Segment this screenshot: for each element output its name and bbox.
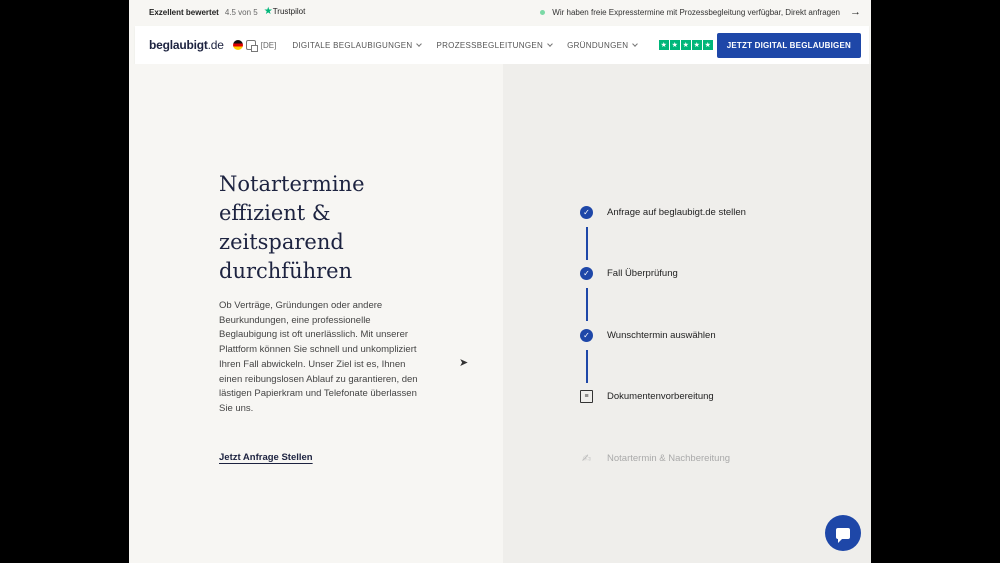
nav-item-prozessbegleitungen[interactable]: PROZESSBEGLEITUNGEN (436, 40, 553, 50)
step-dokumente: ≡ Dokumentenvorbereitung (580, 390, 714, 403)
step-label: Dokumentenvorbereitung (607, 391, 714, 402)
logo-tld: .de (207, 38, 224, 52)
nav-item-label: PROZESSBEGLEITUNGEN (436, 40, 544, 50)
promo-link[interactable]: Wir haben freie Expresstermine mit Proze… (540, 6, 861, 18)
arrow-right-icon: → (850, 6, 861, 18)
check-circle-icon: ✓ (580, 267, 593, 280)
check-circle-icon: ✓ (580, 329, 593, 342)
nav-item-gruendungen[interactable]: GRÜNDUNGEN (567, 40, 639, 50)
step-connector (586, 288, 588, 321)
page: Exzellent bewertet 4.5 von 5 ★Trustpilot… (129, 0, 871, 563)
logo-main: beglaubigt (149, 38, 208, 52)
document-icon: ≡ (580, 390, 593, 403)
star-icon: ★ (669, 40, 680, 50)
chevron-down-icon (547, 41, 553, 47)
step-label: Notartermin & Nachbereitung (607, 453, 731, 464)
step-pruefung: ✓ Fall Überprüfung (580, 267, 678, 280)
trustpilot-star-icon: ★ (263, 6, 273, 17)
signature-icon: ✍ (581, 453, 592, 465)
step-notartermin: ✍ Notartermin & Nachbereitung (580, 452, 730, 465)
german-flag-icon (232, 40, 243, 50)
check-circle-icon: ✓ (580, 206, 593, 219)
chat-button[interactable] (825, 515, 861, 551)
rating-label: Exzellent bewertet (149, 7, 219, 17)
trustpilot-label: Trustpilot (272, 7, 306, 16)
step-wunschtermin: ✓ Wunschtermin auswählen (580, 329, 716, 342)
star-icon: ★ (691, 40, 702, 50)
step-connector (586, 227, 588, 260)
trustpilot-rating[interactable]: Exzellent bewertet 4.5 von 5 ★Trustpilot (149, 7, 305, 17)
hero-left: Notartermine effizient & zeitsparend dur… (129, 64, 503, 563)
nav-item-label: DIGITALE BEGLAUBIGUNGEN (292, 40, 413, 50)
step-connector (586, 350, 588, 383)
step-anfrage: ✓ Anfrage auf beglaubigt.de stellen (580, 206, 746, 219)
main-navigation: beglaubigt.de [DE] DIGITALE BEGLAUBIGUNG… (135, 26, 869, 64)
logo[interactable]: beglaubigt.de (149, 38, 224, 52)
rating-value: 4.5 von 5 (224, 7, 258, 17)
mouse-cursor-icon: ➤ (459, 357, 469, 369)
nav-menu: DIGITALE BEGLAUBIGUNGEN PROZESSBEGLEITUN… (292, 40, 639, 50)
status-dot-icon (540, 9, 546, 15)
request-link[interactable]: Jetzt Anfrage Stellen (219, 452, 313, 463)
chat-bubble-icon (836, 527, 850, 543)
step-label: Fall Überprüfung (607, 268, 678, 279)
nav-item-label: GRÜNDUNGEN (567, 40, 629, 50)
step-label: Anfrage auf beglaubigt.de stellen (607, 207, 746, 218)
nav-item-digitale-beglaubigungen[interactable]: DIGITALE BEGLAUBIGUNGEN (292, 40, 423, 50)
process-steps: ✓ Anfrage auf beglaubigt.de stellen ✓ Fa… (503, 64, 871, 563)
star-icon: ★ (702, 40, 713, 50)
top-bar: Exzellent bewertet 4.5 von 5 ★Trustpilot… (129, 0, 871, 24)
hero-headline: Notartermine effizient & zeitsparend dur… (219, 172, 365, 283)
trustpilot-brand: ★Trustpilot (264, 7, 306, 17)
star-icon: ★ (658, 40, 669, 50)
cta-digital-beglaubigen-button[interactable]: JETZT DIGITAL BEGLAUBIGEN (716, 32, 861, 58)
chevron-down-icon (416, 41, 423, 47)
language-switcher[interactable]: [DE] (232, 40, 277, 52)
translate-icon (245, 40, 258, 52)
hero-body: Ob Verträge, Gründungen oder andere Beur… (219, 300, 418, 414)
language-code: [DE] (260, 40, 277, 50)
step-label: Wunschtermin auswählen (607, 330, 716, 341)
star-icon: ★ (680, 40, 691, 50)
trustpilot-stars: ★ ★ ★ ★ ★ (658, 40, 713, 50)
chevron-down-icon (632, 41, 639, 47)
promo-text: Wir haben freie Expresstermine mit Proze… (552, 7, 840, 17)
